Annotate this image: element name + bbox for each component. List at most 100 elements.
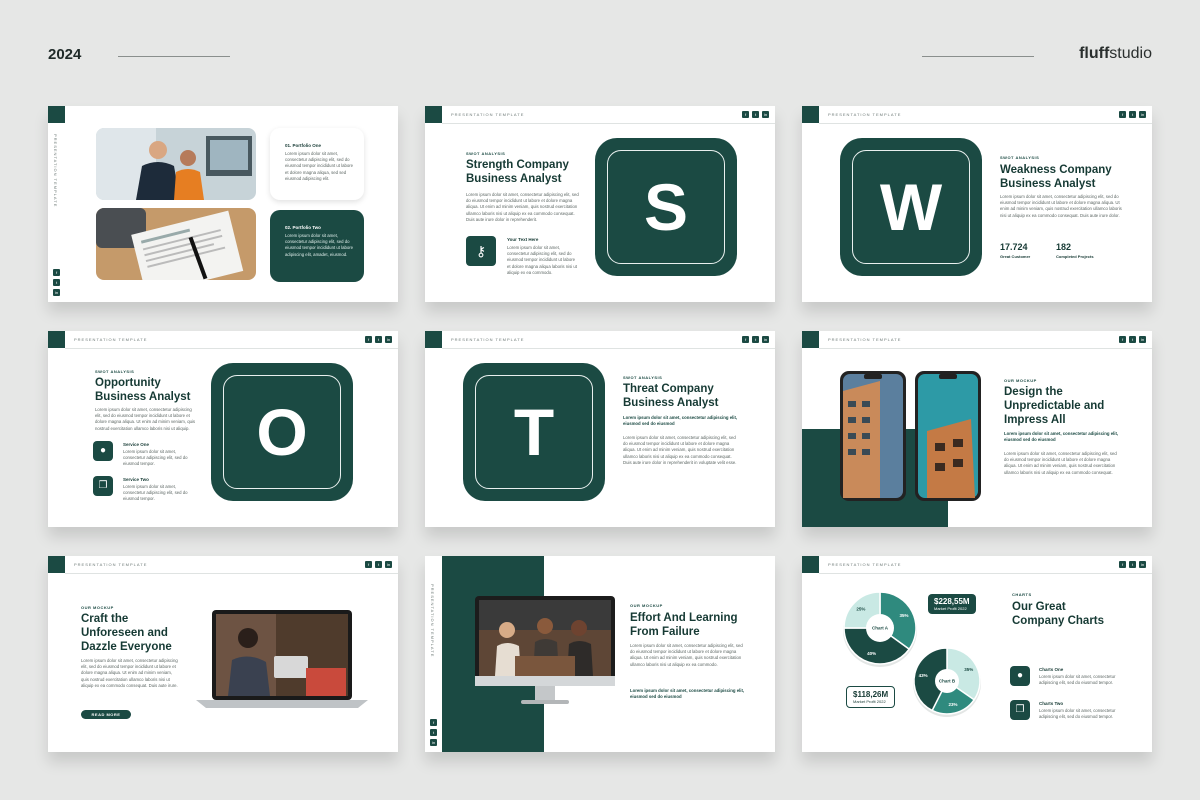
slide-effort-monitor[interactable]: PRESENTATION TEMPLATE f t in OUR MOCKUP …	[425, 556, 775, 752]
social-icons: f t in	[1119, 111, 1146, 118]
callout-market-profit-a: $228,55M Market Profit 2022	[928, 594, 976, 614]
slide-strength[interactable]: PRESENTATION TEMPLATE f t in SWOT ANALYSIS…	[425, 106, 775, 302]
twitter-icon[interactable]: t	[375, 561, 382, 568]
slide-company-charts[interactable]: PRESENTATION TEMPLATE f t in 35% 40% 25% Char…	[802, 556, 1152, 752]
body-text: Lorem ipsum dolor sit amet, consectetur …	[630, 643, 743, 667]
slide-craft-laptop[interactable]: PRESENTATION TEMPLATE f t in OUR MOCKUP Cr…	[48, 556, 398, 752]
service-two-text: Lorem ipsum dolor sit amet, consectetur …	[123, 484, 188, 502]
body-text: Lorem ipsum dolor sit amet, consectetur …	[1004, 451, 1117, 475]
slide-title: Effort And Learning From Failure	[630, 612, 738, 638]
facebook-icon[interactable]: f	[53, 269, 60, 276]
template-label: PRESENTATION TEMPLATE	[828, 337, 902, 342]
linkedin-icon[interactable]: in	[385, 336, 392, 343]
facebook-icon[interactable]: f	[430, 719, 437, 726]
chat-icon: ❐	[93, 476, 113, 496]
vertical-label: PRESENTATION TEMPLATE	[53, 134, 58, 208]
laptop-mockup	[196, 610, 368, 712]
facebook-icon[interactable]: f	[1119, 561, 1126, 568]
twitter-icon[interactable]: t	[375, 336, 382, 343]
donut-charts: 35% 40% 25% Chart A 35% 23% 43% Chart B	[843, 591, 981, 717]
brand-logo: fluffstudio	[1079, 45, 1152, 62]
facebook-icon[interactable]: f	[1119, 111, 1126, 118]
eyebrow: SWOT ANALYSIS	[466, 151, 506, 156]
linkedin-icon[interactable]: in	[430, 739, 437, 746]
slide-corner	[48, 106, 65, 123]
lead-text: Lorem ipsum dolor sit amet, consectetur …	[623, 415, 738, 427]
portfolio-two-text: Lorem ipsum dolor sit amet, consectetur …	[285, 233, 354, 257]
year-label: 2024	[48, 46, 82, 63]
lead-text: Lorem ipsum dolor sit amet, consectetur …	[630, 688, 745, 700]
phone-mockup-left	[840, 371, 906, 501]
portfolio-one-title: 01. Portfolio One	[285, 143, 322, 148]
read-more-button[interactable]: READ MORE	[81, 710, 131, 719]
callout-market-profit-b: $118,26M Market Profit 2022	[846, 686, 896, 708]
linkedin-icon[interactable]: in	[1139, 336, 1146, 343]
facebook-icon[interactable]: f	[742, 336, 749, 343]
social-icons: f t in	[365, 561, 392, 568]
twitter-icon[interactable]: t	[752, 111, 759, 118]
social-icons: f t in	[1119, 561, 1146, 568]
photo-office-team	[96, 128, 256, 200]
slice-label: 35%	[900, 613, 909, 618]
service-one-title: Service One	[123, 442, 150, 447]
slice-label: 40%	[867, 651, 876, 656]
twitter-icon[interactable]: t	[1129, 111, 1136, 118]
slide-corner	[48, 331, 65, 348]
charts-one-title: Charts One	[1039, 667, 1064, 672]
twitter-icon[interactable]: t	[1129, 561, 1136, 568]
eyebrow: OUR MOCKUP	[1004, 378, 1037, 383]
template-label: PRESENTATION TEMPLATE	[828, 112, 902, 117]
slide-title: Design the Unpredictable and Impress All	[1004, 386, 1105, 426]
stat-label-projects: Completed Projects	[1056, 254, 1094, 259]
slide-weakness[interactable]: PRESENTATION TEMPLATE f t in W SWOT ANALYS…	[802, 106, 1152, 302]
eyebrow: OUR MOCKUP	[81, 605, 114, 610]
lead-text: Lorem ipsum dolor sit amet, consectetur …	[1004, 431, 1119, 443]
twitter-icon[interactable]: t	[1129, 336, 1136, 343]
header-divider-right	[922, 56, 1034, 57]
slide-threat[interactable]: PRESENTATION TEMPLATE f t in T SWOT ANALYS…	[425, 331, 775, 527]
topbar-divider	[65, 348, 398, 349]
twitter-icon[interactable]: t	[430, 729, 437, 736]
letter-tile-w: W	[840, 138, 982, 276]
stat-value-projects: 182	[1056, 242, 1072, 252]
topbar-divider	[819, 123, 1152, 124]
service-one-text: Lorem ipsum dolor sit amet, consectetur …	[123, 449, 188, 467]
vertical-label: PRESENTATION TEMPLATE	[430, 584, 435, 658]
linkedin-icon[interactable]: in	[762, 336, 769, 343]
callout-a-value: $228,55M	[934, 597, 970, 606]
charts-one-text: Lorem ipsum dolor sit amet, consectetur …	[1039, 674, 1116, 686]
linkedin-icon[interactable]: in	[1139, 561, 1146, 568]
letter-tile-t: T	[463, 363, 605, 501]
slide-design-mockup[interactable]: PRESENTATION TEMPLATE f t in OUR MOCKUP De…	[802, 331, 1152, 527]
slide-portfolio[interactable]: PRESENTATION TEMPLATE f t in 01. Portfol…	[48, 106, 398, 302]
sub-text: Lorem ipsum dolor sit amet, consectetur …	[507, 245, 577, 275]
eyebrow: SWOT ANALYSIS	[623, 375, 663, 380]
body-text: Lorem ipsum dolor sit amet, consectetur …	[466, 192, 579, 222]
social-icons: f t in	[430, 719, 437, 746]
facebook-icon[interactable]: f	[1119, 336, 1126, 343]
charts-two-title: Charts Two	[1039, 701, 1064, 706]
linkedin-icon[interactable]: in	[53, 289, 60, 296]
topbar-divider	[819, 348, 1152, 349]
slice-label: 43%	[919, 673, 928, 678]
linkedin-icon[interactable]: in	[385, 561, 392, 568]
header-divider-left	[118, 56, 230, 57]
twitter-icon[interactable]: t	[752, 336, 759, 343]
slide-corner	[425, 106, 442, 123]
body-text: Lorem ipsum dolor sit amet, consectetur …	[81, 658, 178, 688]
eyebrow: OUR MOCKUP	[630, 603, 663, 608]
linkedin-icon[interactable]: in	[762, 111, 769, 118]
callout-b-value: $118,26M	[853, 690, 889, 699]
phone-mockup-right	[915, 371, 981, 501]
linkedin-icon[interactable]: in	[1139, 111, 1146, 118]
topbar-divider	[65, 573, 398, 574]
facebook-icon[interactable]: f	[365, 336, 372, 343]
facebook-icon[interactable]: f	[365, 561, 372, 568]
facebook-icon[interactable]: f	[742, 111, 749, 118]
eyebrow: SWOT ANALYSIS	[95, 369, 135, 374]
twitter-icon[interactable]: t	[53, 279, 60, 286]
body-text: Lorem ipsum dolor sit amet, consectetur …	[623, 435, 737, 465]
stat-label-customers: Great Customer	[1000, 254, 1031, 259]
slide-opportunity[interactable]: PRESENTATION TEMPLATE f t in SWOT ANALYSIS…	[48, 331, 398, 527]
template-label: PRESENTATION TEMPLATE	[74, 337, 148, 342]
